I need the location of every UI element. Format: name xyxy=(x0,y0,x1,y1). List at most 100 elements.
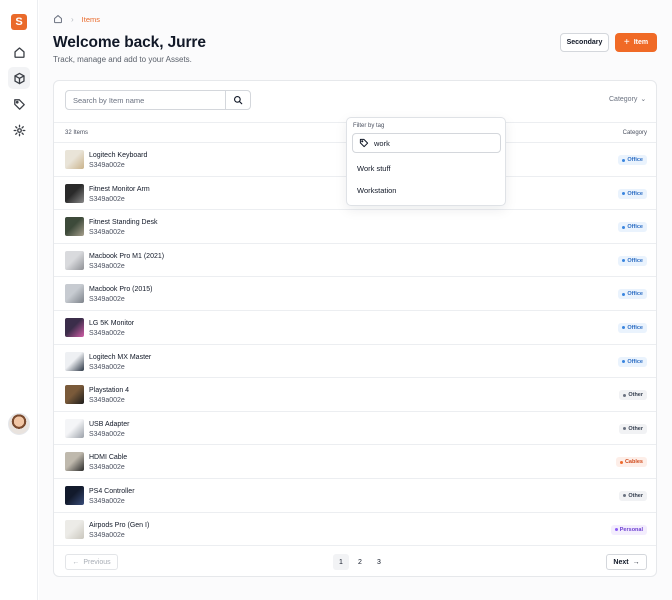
table-row[interactable]: Airpods Pro (Gen I) S349a002e Personal xyxy=(54,513,656,547)
search-input[interactable] xyxy=(66,91,225,109)
next-label: Next xyxy=(613,558,629,566)
category-badge-label: Personal xyxy=(619,526,643,533)
item-id: S349a002e xyxy=(89,531,125,539)
add-item-label: Item xyxy=(633,39,649,46)
chevron-down-icon: ⌄ xyxy=(640,96,647,103)
dot-icon xyxy=(622,259,626,263)
item-id: S349a002e xyxy=(89,497,125,505)
item-thumbnail xyxy=(65,217,84,237)
item-id: S349a002e xyxy=(89,262,125,270)
item-count: 32 Items xyxy=(65,130,89,136)
page-numbers: 123 xyxy=(333,554,387,570)
item-id: S349a002e xyxy=(89,229,125,237)
item-name: Macbook Pro (2015) xyxy=(89,286,153,294)
category-badge-label: Cables xyxy=(624,459,643,466)
app-logo[interactable]: S xyxy=(11,14,27,30)
tag-search-value: work xyxy=(374,138,390,148)
add-item-button[interactable]: + Item xyxy=(615,33,657,52)
category-badge-label: Office xyxy=(627,190,643,197)
sidebar-item-home[interactable] xyxy=(8,41,30,63)
item-name: LG 5K Monitor xyxy=(89,319,135,327)
home-icon[interactable] xyxy=(53,14,63,24)
dot-icon xyxy=(622,158,626,162)
table-row[interactable]: Macbook Pro (2015) S349a002e Office xyxy=(54,277,656,311)
item-thumbnail xyxy=(65,317,84,337)
category-badge-label: Office xyxy=(627,324,643,331)
dot-icon xyxy=(622,225,626,229)
table-row[interactable]: HDMI Cable S349a002e Cables xyxy=(54,445,656,479)
category-badge-label: Other xyxy=(628,425,643,432)
page-button[interactable]: 2 xyxy=(352,554,368,570)
page-button[interactable]: 3 xyxy=(371,554,387,570)
item-thumbnail xyxy=(65,150,84,169)
item-id: S349a002e xyxy=(89,363,125,371)
table-row[interactable]: Fitnest Standing Desk S349a002e Office xyxy=(54,210,656,244)
tag-filter-dropdown: Filter by tag work Work stuff Workstatio… xyxy=(346,117,506,206)
search-button[interactable] xyxy=(225,91,250,109)
category-filter-label: Category xyxy=(609,95,638,103)
item-thumbnail xyxy=(65,284,84,304)
category-badge-label: Office xyxy=(627,257,643,264)
category-badge: Other xyxy=(619,423,647,434)
category-badge: Other xyxy=(619,490,647,501)
previous-label: Previous xyxy=(83,558,111,566)
tag-option-workstation[interactable]: Workstation xyxy=(357,186,396,195)
category-badge-label: Other xyxy=(628,492,643,499)
item-name: Airpods Pro (Gen I) xyxy=(89,521,150,529)
item-name: Logitech Keyboard xyxy=(89,152,148,159)
column-header-category[interactable]: Category xyxy=(623,130,647,136)
category-filter[interactable]: Category ⌄ xyxy=(609,95,647,104)
arrow-right-icon: → xyxy=(632,558,640,566)
item-thumbnail xyxy=(65,452,84,472)
breadcrumb: › Items xyxy=(53,14,100,24)
category-badge-label: Office xyxy=(627,358,643,365)
category-badge: Office xyxy=(618,222,647,233)
chevron-right-icon: › xyxy=(71,14,74,24)
dot-icon xyxy=(619,460,623,464)
category-badge: Office xyxy=(618,322,647,333)
item-thumbnail xyxy=(65,351,84,371)
item-thumbnail xyxy=(65,519,84,539)
item-name: Logitech MX Master xyxy=(89,353,152,361)
table-row[interactable]: Playstation 4 S349a002e Other xyxy=(54,378,656,412)
table-row[interactable]: USB Adapter S349a002e Other xyxy=(54,412,656,446)
previous-button[interactable]: ← Previous xyxy=(65,554,118,570)
item-thumbnail xyxy=(65,385,84,405)
item-id: S349a002e xyxy=(89,329,125,337)
page-button[interactable]: 1 xyxy=(333,554,349,570)
sidebar-item-settings[interactable] xyxy=(8,119,30,141)
arrow-left-icon: ← xyxy=(72,558,80,566)
item-name: Macbook Pro M1 (2021) xyxy=(89,252,165,260)
sidebar-item-items[interactable] xyxy=(8,67,30,89)
dot-icon xyxy=(622,360,626,364)
table-row[interactable]: Macbook Pro M1 (2021) S349a002e Office xyxy=(54,244,656,278)
sidebar-item-tags[interactable] xyxy=(8,93,30,115)
table-row[interactable]: PS4 Controller S349a002e Other xyxy=(54,479,656,513)
page-title: Welcome back, Jurre xyxy=(53,34,206,51)
item-id: S349a002e xyxy=(89,162,125,169)
user-avatar[interactable] xyxy=(8,413,30,435)
category-badge: Office xyxy=(618,155,647,165)
next-button[interactable]: Next → xyxy=(606,554,647,570)
item-id: S349a002e xyxy=(89,195,125,203)
dot-icon xyxy=(623,427,627,431)
tag-search-input[interactable]: work xyxy=(352,133,501,153)
category-badge: Cables xyxy=(615,457,647,468)
item-name: Fitnest Monitor Arm xyxy=(89,185,150,193)
item-thumbnail xyxy=(65,183,84,203)
tag-option-work-stuff[interactable]: Work stuff xyxy=(357,164,390,173)
main-content: › Items Welcome back, Jurre Track, manag… xyxy=(39,0,672,600)
table-row[interactable]: LG 5K Monitor S349a002e Office xyxy=(54,311,656,345)
dot-icon xyxy=(622,326,626,330)
table-row[interactable]: Logitech MX Master S349a002e Office xyxy=(54,345,656,379)
breadcrumb-current[interactable]: Items xyxy=(82,15,100,24)
search-icon xyxy=(234,96,243,105)
category-badge-label: Office xyxy=(627,157,643,163)
home-icon xyxy=(13,46,25,58)
category-badge: Office xyxy=(618,356,647,367)
item-id: S349a002e xyxy=(89,296,125,304)
category-badge: Office xyxy=(618,289,647,300)
secondary-button[interactable]: Secondary xyxy=(560,33,609,52)
category-badge-label: Office xyxy=(627,224,643,231)
category-badge-label: Office xyxy=(627,291,643,298)
